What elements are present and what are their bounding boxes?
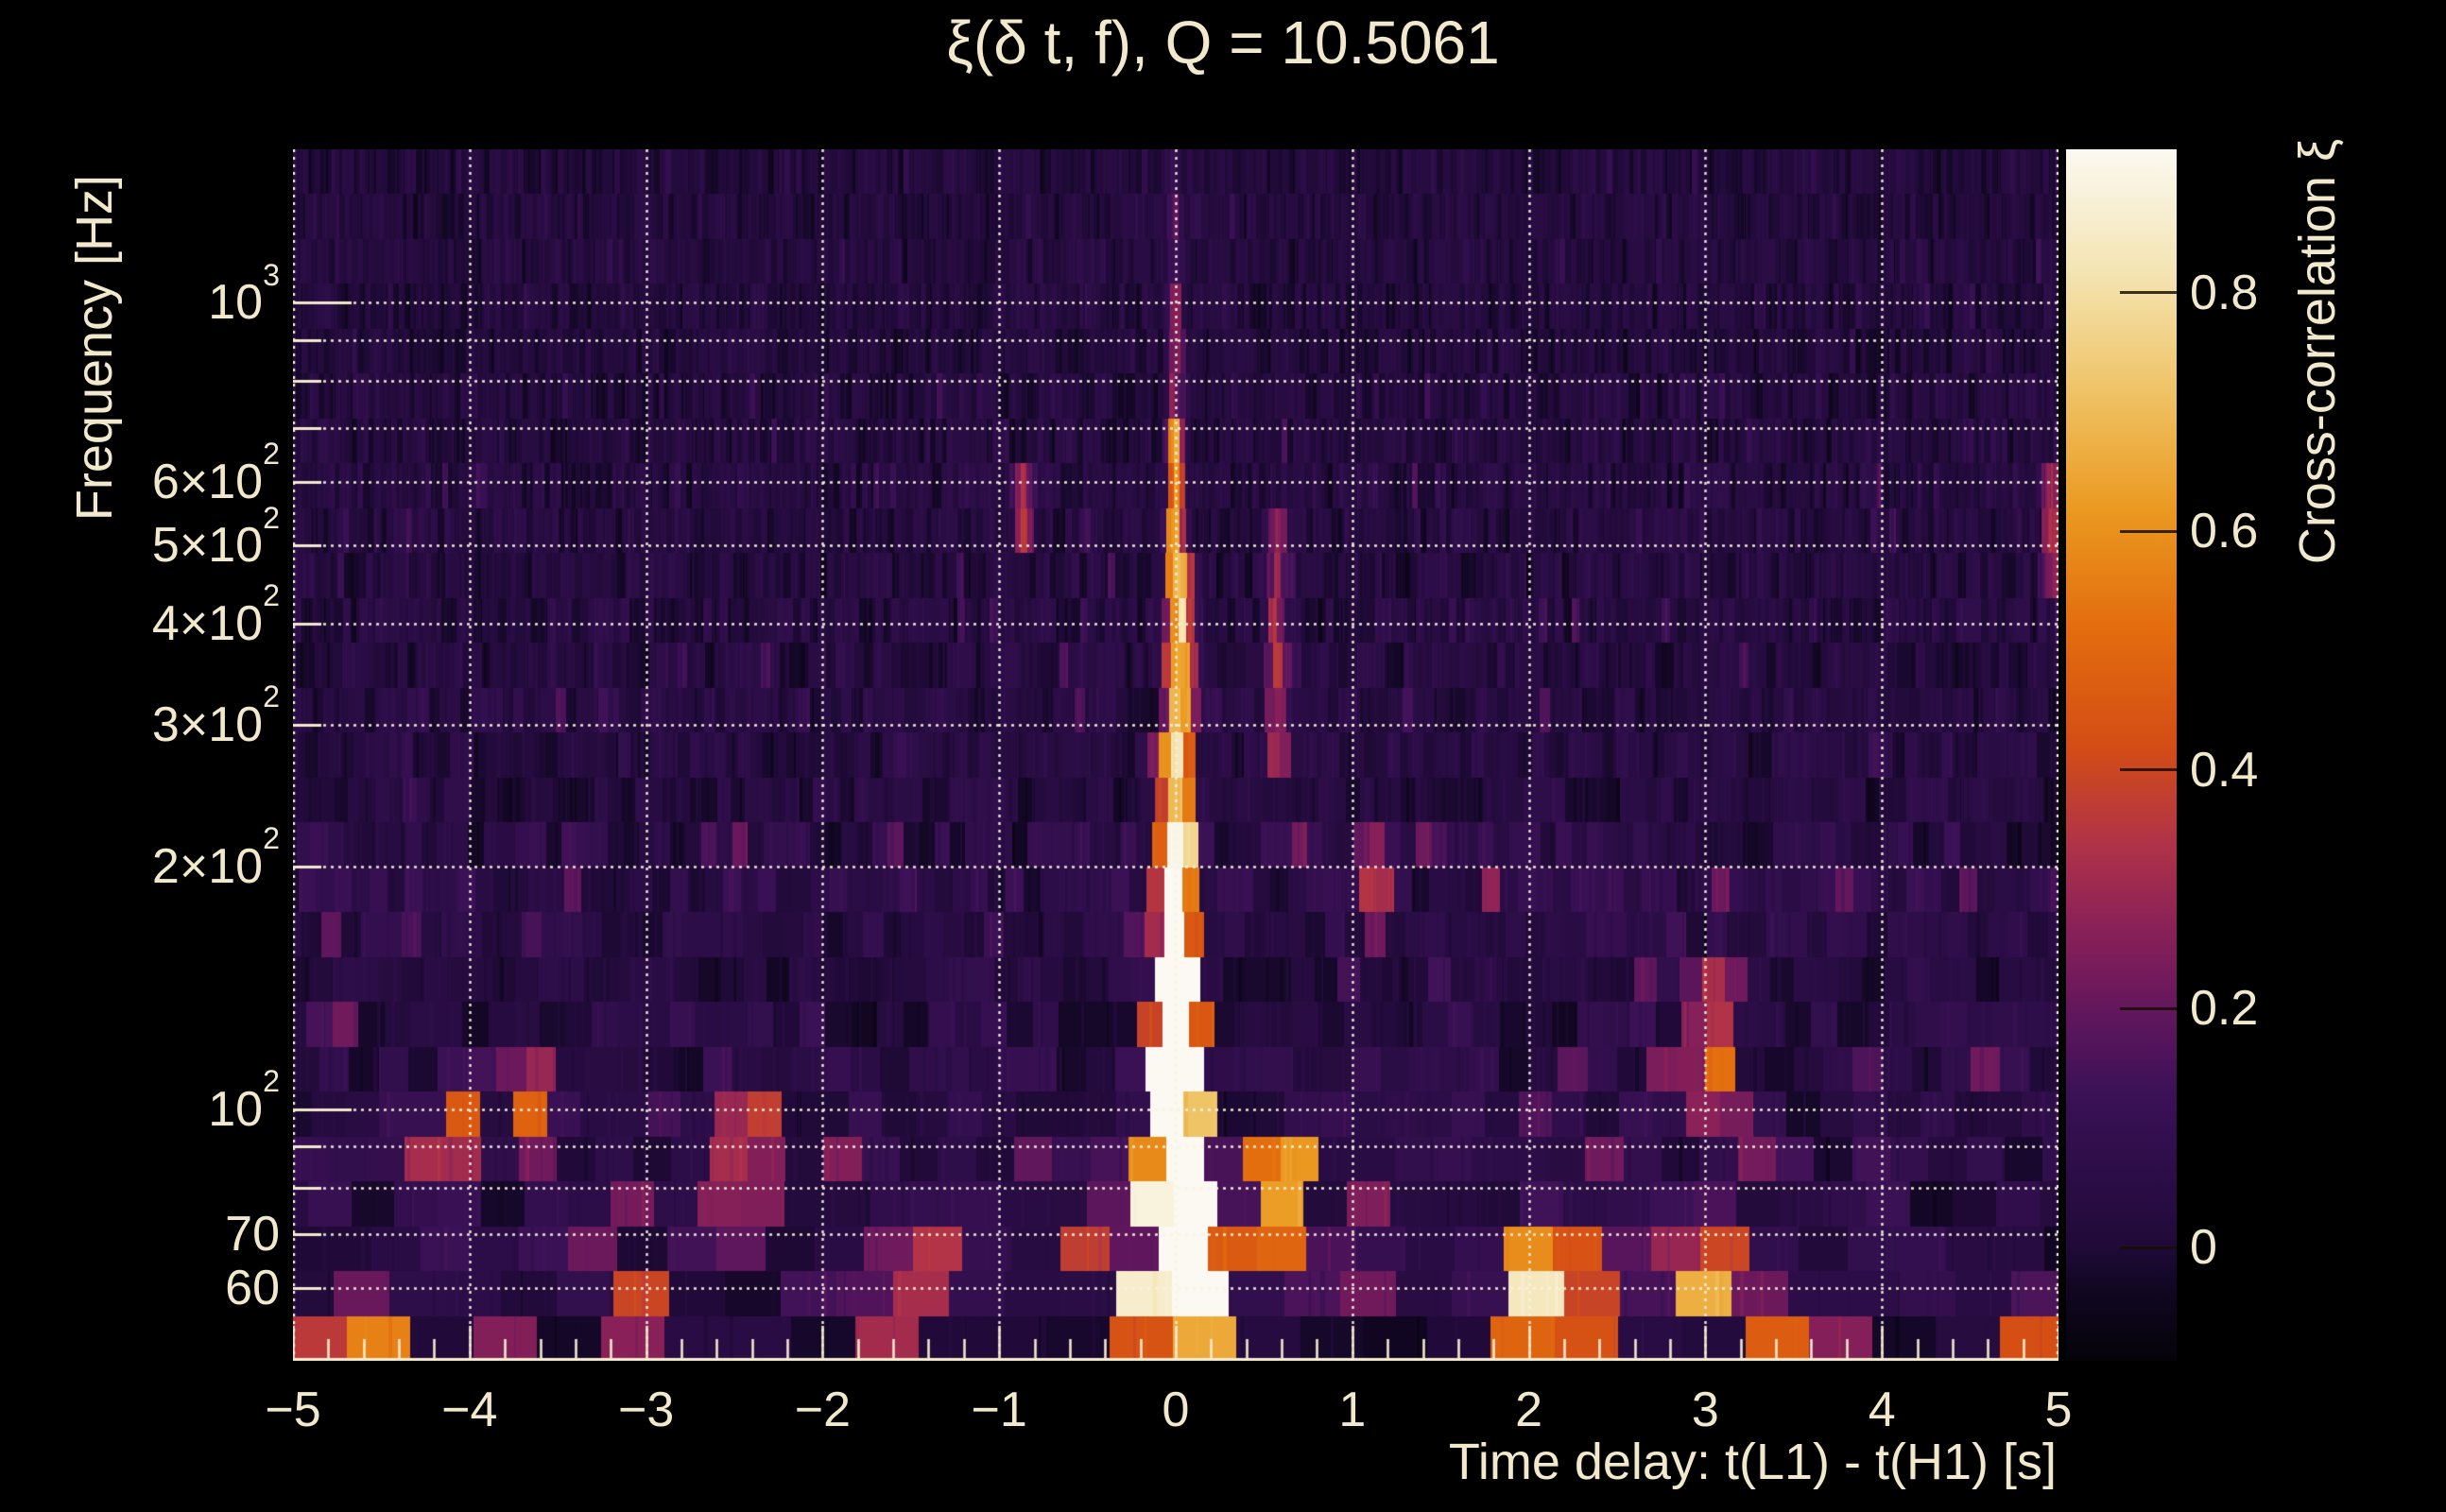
colorbar-tick (2120, 291, 2177, 295)
colorbar-tick (2120, 1246, 2177, 1249)
x-tick-label: −5 (265, 1383, 321, 1437)
colorbar-title: Cross-correlation ξ (2289, 138, 2346, 565)
y-tick-label: 102 (208, 1064, 280, 1138)
colorbar-tick-label: 0 (2190, 1220, 2217, 1275)
figure-title: ξ(δ t, f), Q = 10.5061 (946, 9, 1500, 77)
colorbar-tick-label: 0.6 (2190, 504, 2259, 559)
heatmap-canvas (293, 149, 2058, 1361)
y-axis-title: Frequency [Hz] (66, 174, 123, 522)
x-tick-label: 2 (1515, 1383, 1543, 1437)
figure: ξ(δ t, f), Q = 10.5061 103 6×102 5×102 4×10… (0, 0, 2446, 1512)
colorbar-tick (2120, 529, 2177, 533)
x-tick-label: −2 (794, 1383, 852, 1437)
y-tick-label: 5×102 (151, 500, 280, 574)
y-tick-label: 103 (208, 257, 280, 331)
colorbar (2066, 149, 2177, 1361)
x-axis-title: Time delay: t(L1) - t(H1) [s] (1448, 1434, 2057, 1490)
y-tick-label: 70 (225, 1207, 280, 1263)
y-tick-label: 4×102 (151, 578, 280, 652)
y-tick-label: 2×102 (151, 821, 280, 895)
x-tick-label: −3 (617, 1383, 675, 1437)
y-tick-label: 3×102 (151, 679, 280, 752)
x-tick-label: 5 (2044, 1383, 2073, 1437)
x-tick-label: 0 (1162, 1383, 1190, 1437)
colorbar-tick-label: 0.2 (2190, 981, 2259, 1037)
y-tick-label: 60 (225, 1261, 280, 1316)
colorbar-tick-label: 0.8 (2190, 265, 2259, 320)
x-tick-label: −1 (971, 1383, 1027, 1437)
colorbar-tick-label: 0.4 (2190, 742, 2259, 798)
x-tick-label: 1 (1338, 1383, 1367, 1437)
y-tick-label: 6×102 (151, 436, 280, 509)
x-tick-label: −4 (441, 1383, 498, 1437)
x-tick-label: 4 (1868, 1383, 1896, 1437)
colorbar-tick (2120, 768, 2177, 772)
x-tick-label: 3 (1691, 1383, 1719, 1437)
colorbar-tick (2120, 1006, 2177, 1010)
